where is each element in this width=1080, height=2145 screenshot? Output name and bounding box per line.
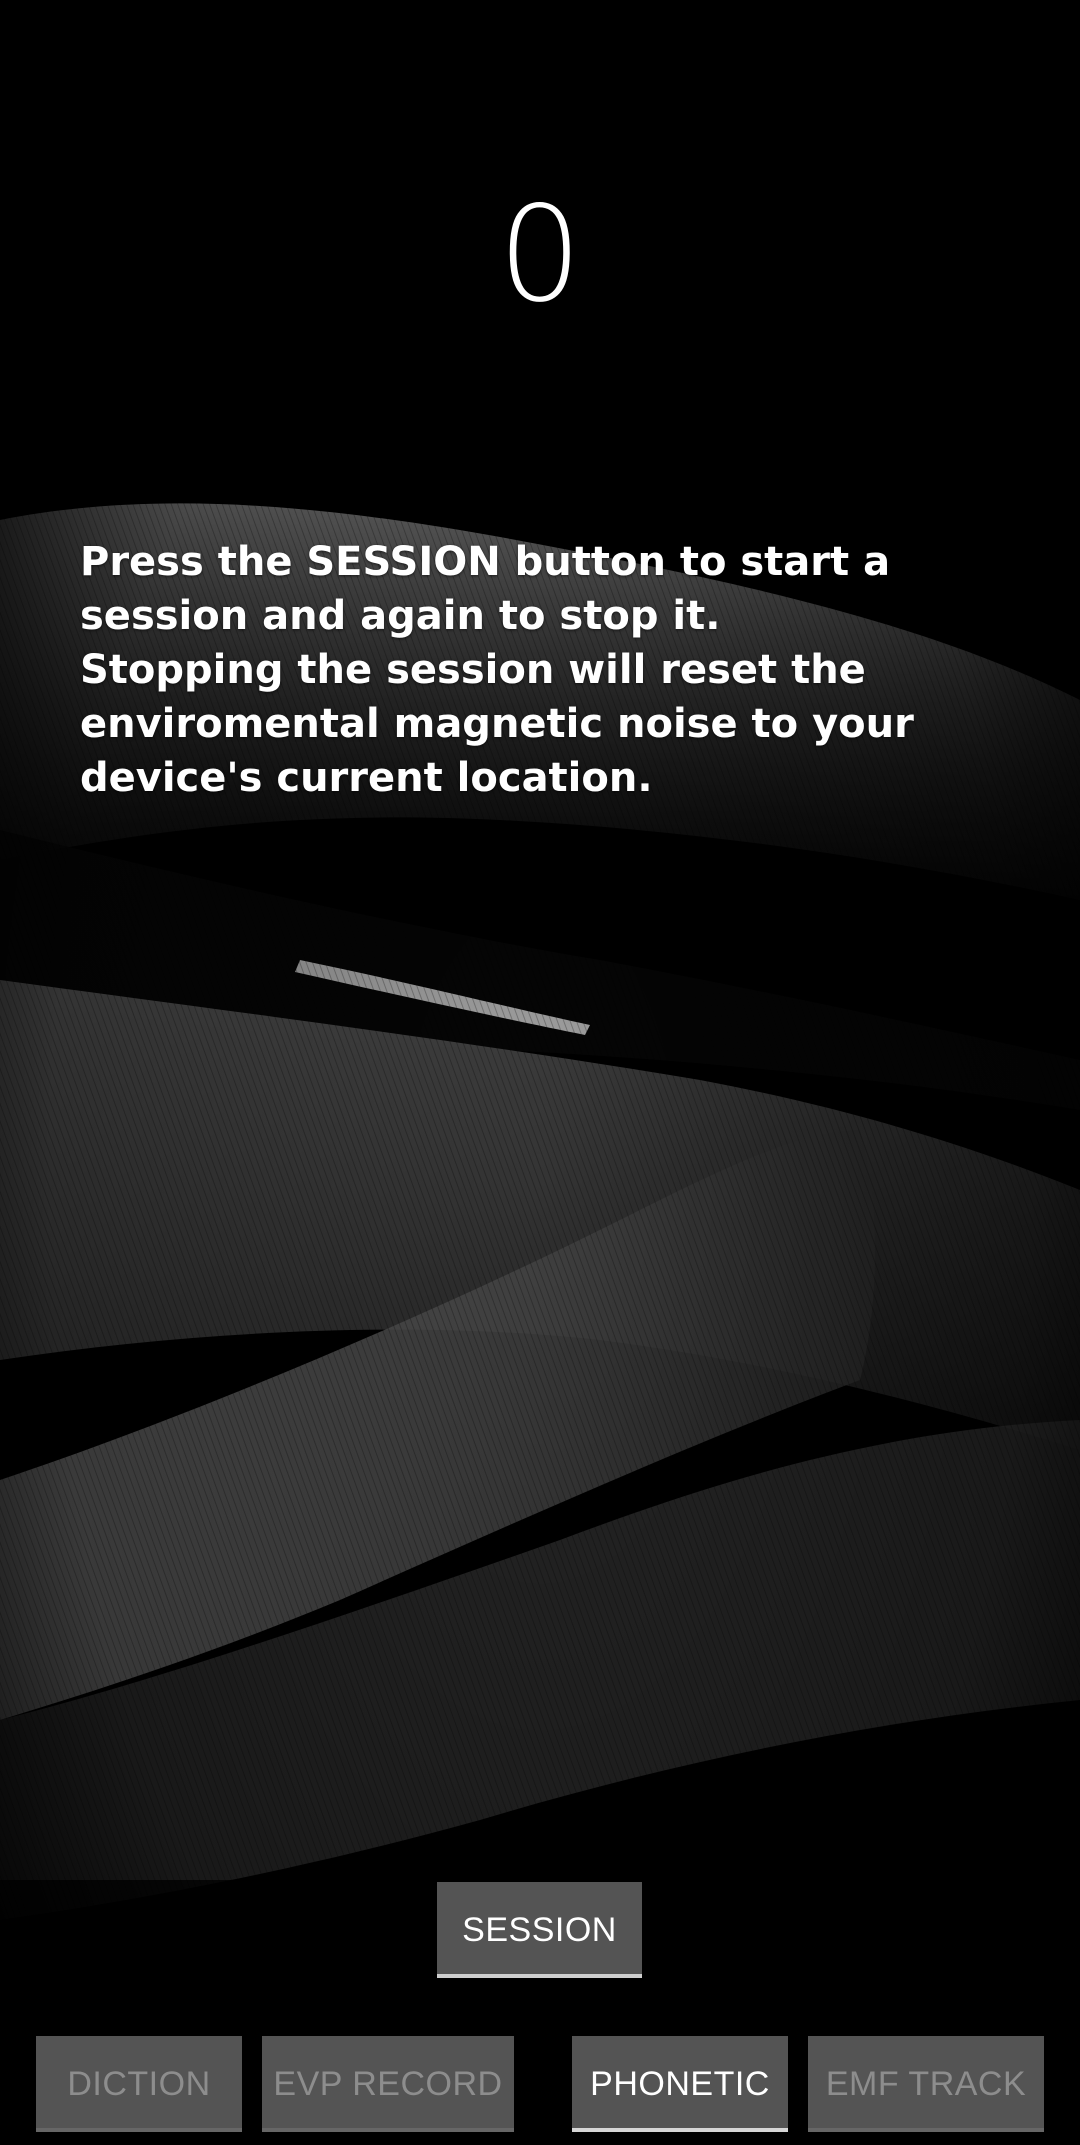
- instructions-line-start: Press the SESSION button to start a sess…: [80, 539, 891, 639]
- emf-track-button[interactable]: EMF TRACK: [808, 2036, 1044, 2132]
- session-counter: 0: [498, 178, 582, 332]
- phonetic-button[interactable]: PHONETIC: [572, 2036, 788, 2132]
- session-button[interactable]: SESSION: [437, 1882, 642, 1978]
- instructions-text: Press the SESSION button to start a sess…: [80, 535, 1020, 805]
- diction-button[interactable]: DICTION: [36, 2036, 242, 2132]
- app-screen: 0 Press the SESSION button to start a se…: [0, 0, 1080, 2145]
- instructions-line-reset: Stopping the session will reset the envi…: [80, 647, 914, 801]
- evp-record-button[interactable]: EVP RECORD: [262, 2036, 514, 2132]
